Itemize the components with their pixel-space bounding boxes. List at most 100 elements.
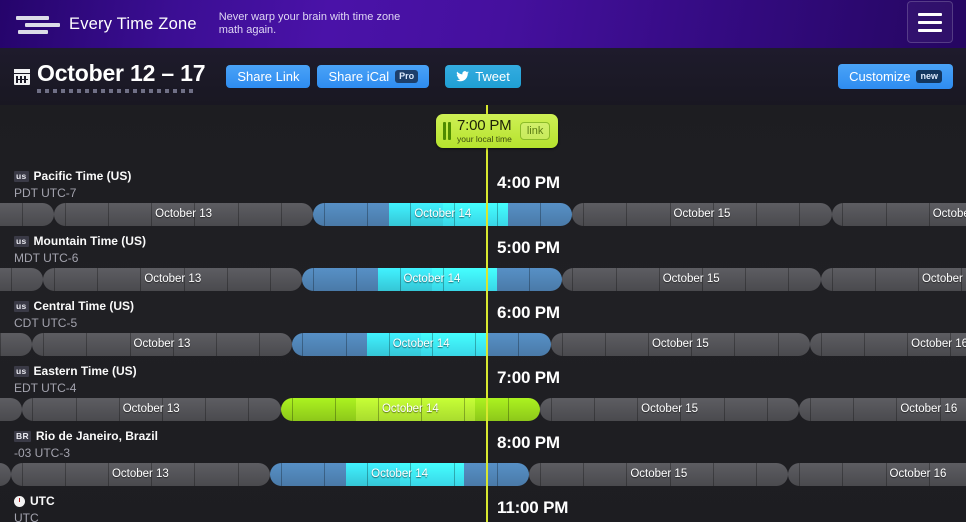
day-bar-segment	[0, 398, 22, 421]
hour-tick	[583, 203, 585, 226]
day-bar[interactable]	[21, 398, 281, 421]
day-bar[interactable]	[280, 398, 540, 421]
tweet-button[interactable]: Tweet	[445, 65, 521, 88]
day-bar[interactable]	[820, 268, 966, 291]
hour-tick	[237, 463, 239, 486]
day-bar[interactable]	[572, 203, 832, 226]
hour-strip[interactable]: October 13October 14October 15October 16	[0, 268, 966, 291]
hour-tick	[0, 333, 1, 356]
day-bar[interactable]	[0, 268, 44, 291]
current-time-line	[486, 105, 488, 522]
current-time-marker[interactable]: 7:00 PM your local time link	[436, 114, 559, 148]
day-bar[interactable]	[32, 333, 292, 356]
hour-strip[interactable]: October 13October 14October 15October 16	[0, 203, 966, 226]
hour-tick	[431, 333, 433, 356]
hour-tick	[896, 398, 898, 421]
timezone-name-row: us Central Time (US)	[14, 299, 134, 313]
day-bar[interactable]	[550, 333, 810, 356]
timezone-row[interactable]: us Central Time (US) CDT UTC-5 6:00 PM Octob…	[0, 291, 966, 356]
hour-strip[interactable]: October 13October 14October 15October 16	[0, 398, 966, 421]
customize-button[interactable]: Customize new	[838, 64, 953, 89]
day-bar[interactable]	[529, 463, 789, 486]
page-title[interactable]: October 12 – 17	[37, 60, 206, 86]
share-link-button[interactable]: Share Link	[226, 65, 311, 88]
hour-tick	[367, 463, 369, 486]
hour-tick	[712, 203, 714, 226]
hour-tick	[53, 268, 55, 291]
hour-tick	[907, 333, 909, 356]
day-bar-segment	[356, 398, 476, 421]
day-bar-segment	[0, 268, 44, 291]
timezone-meta: BR Rio de Janeiro, Brazil -03 UTC-3	[14, 429, 158, 460]
day-bar[interactable]	[313, 203, 573, 226]
logo-home-link[interactable]: Every Time Zone	[16, 13, 197, 35]
day-bar[interactable]	[43, 268, 303, 291]
day-bar[interactable]	[54, 203, 314, 226]
day-bar[interactable]	[270, 463, 530, 486]
timezone-row[interactable]: UTCUTC11:00 PMOctober 13October 14Octobe…	[0, 486, 966, 522]
timezone-current-time: 6:00 PM	[497, 303, 560, 322]
hour-strip[interactable]: October 13October 14October 15October 16	[0, 463, 966, 486]
hour-tick	[324, 463, 325, 486]
timezone-current-time: 4:00 PM	[497, 173, 560, 192]
timezone-row[interactable]: BR Rio de Janeiro, Brazil -03 UTC-3 8:00 PM…	[0, 421, 966, 486]
day-bar-segment	[377, 268, 432, 291]
day-bar-segment	[820, 268, 966, 291]
hour-tick	[680, 398, 682, 421]
timezone-label: UTC	[30, 494, 55, 508]
current-time-value: 7:00 PM	[457, 117, 512, 135]
hour-tick	[205, 398, 207, 421]
day-bar-segment	[0, 333, 33, 356]
day-bar[interactable]	[302, 268, 562, 291]
day-bar[interactable]	[0, 463, 11, 486]
hour-tick	[518, 333, 520, 356]
hour-tick	[615, 268, 617, 291]
hour-tick	[734, 333, 736, 356]
timezone-name-row: us Eastern Time (US)	[14, 364, 137, 378]
day-bar[interactable]	[540, 398, 800, 421]
timezone-row[interactable]: us Pacific Time (US) PDT UTC-7 4:00 PM Octob…	[0, 161, 966, 226]
day-bar[interactable]	[10, 463, 270, 486]
flag-us-icon: us	[14, 300, 29, 312]
hamburger-menu-icon[interactable]	[907, 1, 953, 43]
hour-tick	[550, 398, 552, 421]
day-bar[interactable]	[799, 398, 966, 421]
share-ical-button[interactable]: Share iCal Pro	[317, 65, 430, 88]
day-bar[interactable]	[788, 463, 966, 486]
hour-tick	[939, 398, 941, 421]
date-underline-dots	[37, 89, 195, 93]
permalink-button[interactable]: link	[519, 122, 551, 140]
day-bar-segment	[399, 463, 465, 486]
day-bar[interactable]	[0, 398, 22, 421]
pause-icon[interactable]	[443, 122, 451, 140]
hour-tick	[539, 203, 541, 226]
timezone-row[interactable]: us Mountain Time (US) MDT UTC-6 5:00 PM Octo…	[0, 226, 966, 291]
hour-tick	[140, 268, 142, 291]
hour-tick	[820, 333, 822, 356]
hour-strip[interactable]: October 13October 14October 15October 16	[0, 333, 966, 356]
hour-tick	[712, 463, 714, 486]
timezone-abbreviation: UTC	[14, 511, 39, 522]
timezone-row[interactable]: us Eastern Time (US) EDT UTC-4 7:00 PM Octob…	[0, 356, 966, 421]
day-bar[interactable]	[0, 203, 54, 226]
date-range-group[interactable]: October 12 – 17	[14, 60, 206, 93]
timezone-row-list: us Pacific Time (US) PDT UTC-7 4:00 PM Octob…	[0, 105, 966, 522]
hour-tick	[107, 463, 109, 486]
day-bar[interactable]	[561, 268, 821, 291]
timezone-name-row: BR Rio de Janeiro, Brazil	[14, 429, 158, 443]
day-bar[interactable]	[291, 333, 551, 356]
day-bar[interactable]	[810, 333, 966, 356]
hour-tick	[388, 333, 390, 356]
hour-tick	[280, 203, 282, 226]
hour-tick	[280, 463, 282, 486]
hour-tick	[108, 203, 109, 226]
hour-tick	[334, 398, 336, 421]
twitter-bird-icon	[456, 71, 470, 82]
day-bar-segment	[21, 398, 281, 421]
day-bar[interactable]	[0, 333, 33, 356]
day-bar-segment	[0, 463, 11, 486]
timezone-abbreviation: MDT UTC-6	[14, 251, 79, 265]
day-bar[interactable]	[831, 203, 966, 226]
hour-tick	[604, 333, 606, 356]
day-bar-segment	[345, 463, 400, 486]
